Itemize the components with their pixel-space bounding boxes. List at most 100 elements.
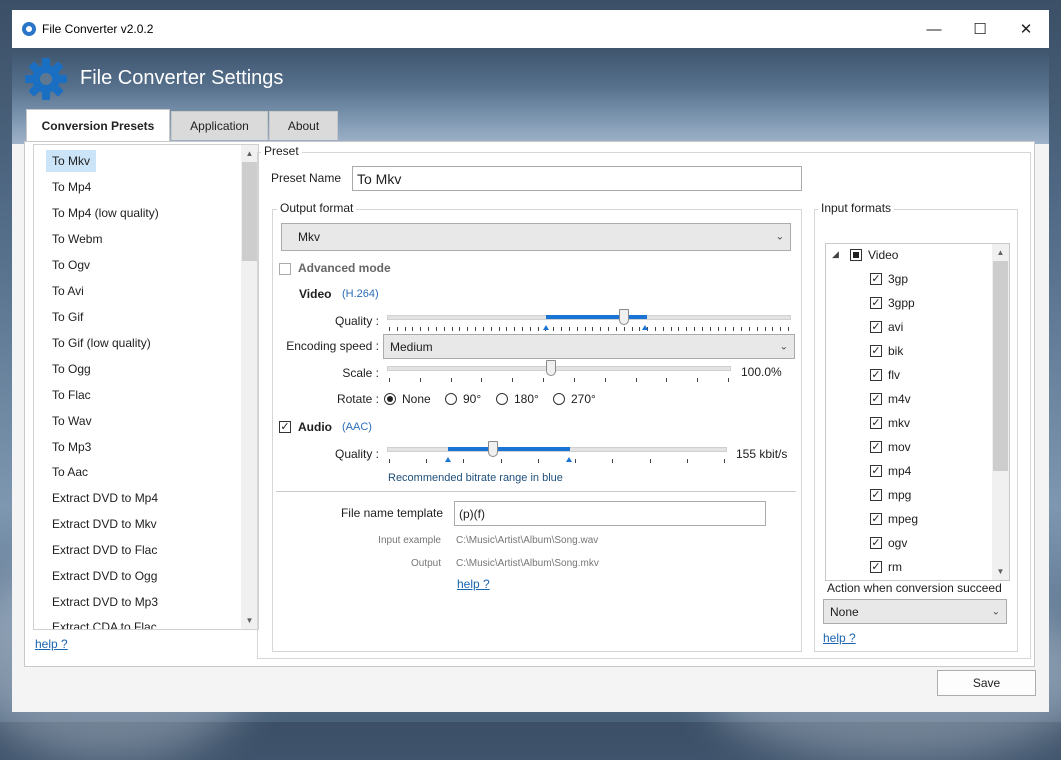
audio-quality-slider[interactable] <box>488 441 498 457</box>
tick-mark <box>543 378 544 382</box>
video-quality-ticks <box>389 327 789 331</box>
audio-checkbox[interactable]: ✓ <box>279 421 291 433</box>
format-checkbox[interactable]: ✓ <box>870 273 882 285</box>
scroll-up-icon[interactable]: ▲ <box>241 145 258 162</box>
tick-mark <box>501 459 502 463</box>
scrollbar-thumb[interactable] <box>242 162 257 261</box>
scroll-down-icon[interactable]: ▼ <box>992 563 1009 580</box>
rotate-90-radio[interactable] <box>445 393 457 405</box>
scrollbar-thumb[interactable] <box>993 261 1008 471</box>
rotate-none-radio[interactable] <box>384 393 396 405</box>
output-format-select[interactable]: Mkv ⌄ <box>281 223 791 251</box>
list-item[interactable]: To Mp4 (low quality) <box>46 202 165 224</box>
format-checkbox[interactable]: ✓ <box>870 465 882 477</box>
format-checkbox[interactable]: ✓ <box>870 345 882 357</box>
video-quality-recommended-range <box>546 315 647 319</box>
scale-slider[interactable] <box>546 360 556 376</box>
close-button[interactable]: ✕ <box>1003 10 1049 48</box>
format-checkbox[interactable]: ✓ <box>870 537 882 549</box>
rotate-label: Rotate : <box>336 392 379 406</box>
encoding-speed-select[interactable]: Medium ⌄ <box>383 334 795 359</box>
format-label: 3gpp <box>888 296 915 310</box>
list-item[interactable]: To Mkv <box>46 150 97 172</box>
format-checkbox[interactable]: ✓ <box>870 393 882 405</box>
preset-list[interactable]: To Mkv To Mp4 To Mp4 (low quality) To We… <box>33 144 259 630</box>
format-checkbox[interactable]: ✓ <box>870 489 882 501</box>
tick-mark <box>780 327 781 331</box>
scroll-up-icon[interactable]: ▲ <box>992 244 1009 261</box>
tick-mark <box>655 327 656 331</box>
output-example-value: C:\Music\Artist\Album\Song.mkv <box>456 558 599 569</box>
tick-mark <box>585 327 586 331</box>
filename-template-label: File name template <box>340 506 443 520</box>
tick-mark <box>600 327 601 331</box>
list-item[interactable]: To Gif <box>46 306 89 328</box>
range-start-marker <box>543 325 549 330</box>
list-item[interactable]: To Avi <box>46 280 90 302</box>
format-checkbox[interactable]: ✓ <box>870 513 882 525</box>
list-item[interactable]: Extract CDA to Flac <box>46 616 163 629</box>
list-item[interactable]: Extract DVD to Mkv <box>46 513 163 535</box>
rotate-none-label: None <box>402 392 431 406</box>
format-checkbox[interactable]: ✓ <box>870 321 882 333</box>
audio-bitrate-value: 155 kbit/s <box>736 447 788 461</box>
tick-mark <box>426 459 427 463</box>
list-item[interactable]: Extract DVD to Ogg <box>46 565 163 587</box>
format-checkbox[interactable]: ✓ <box>870 369 882 381</box>
save-button[interactable]: Save <box>937 670 1036 696</box>
format-label: bik <box>888 344 904 358</box>
video-category-checkbox[interactable] <box>850 249 862 261</box>
audio-label: Audio <box>298 420 332 434</box>
tick-mark <box>436 327 437 331</box>
maximize-button[interactable]: ☐ <box>957 10 1003 48</box>
list-item[interactable]: To Ogv <box>46 254 96 276</box>
list-item[interactable]: To Wav <box>46 410 98 432</box>
tick-mark <box>491 327 492 331</box>
filename-help-link[interactable]: help ? <box>457 577 490 591</box>
formats-scrollbar[interactable]: ▲ ▼ <box>992 244 1009 580</box>
video-quality-slider[interactable] <box>619 309 629 325</box>
preset-name-input[interactable]: To Mkv <box>352 166 802 191</box>
list-item[interactable]: Extract DVD to Mp3 <box>46 591 164 613</box>
video-category-label: Video <box>868 248 899 262</box>
format-checkbox[interactable]: ✓ <box>870 561 882 573</box>
presets-help-link[interactable]: help ? <box>35 637 68 651</box>
tab-about[interactable]: About <box>269 111 338 140</box>
tick-mark <box>451 378 452 382</box>
format-checkbox[interactable]: ✓ <box>870 297 882 309</box>
rotate-180-radio[interactable] <box>496 393 508 405</box>
collapse-triangle-icon[interactable]: ◢ <box>832 249 839 260</box>
format-checkbox[interactable]: ✓ <box>870 417 882 429</box>
tab-application[interactable]: Application <box>171 111 268 140</box>
tick-mark <box>538 459 539 463</box>
range-end-marker <box>642 325 648 330</box>
tick-mark <box>749 327 750 331</box>
format-label: mov <box>888 440 911 454</box>
minimize-button[interactable]: — <box>911 10 957 48</box>
scroll-down-icon[interactable]: ▼ <box>241 612 258 629</box>
list-item[interactable]: To Flac <box>46 384 97 406</box>
format-checkbox[interactable]: ✓ <box>870 441 882 453</box>
list-item[interactable]: To Mp4 <box>46 176 97 198</box>
preset-group-label: Preset <box>261 144 302 158</box>
list-item[interactable]: To Aac <box>46 461 94 483</box>
action-select[interactable]: None ⌄ <box>823 599 1007 624</box>
list-item[interactable]: To Ogg <box>46 358 97 380</box>
rotate-270-radio[interactable] <box>553 393 565 405</box>
input-formats-tree[interactable]: ◢ Video ✓ 3gp ✓ 3gpp ✓ avi ✓ bik ✓ flv ✓… <box>825 243 1010 581</box>
tick-mark <box>389 459 390 463</box>
list-item[interactable]: To Gif (low quality) <box>46 332 157 354</box>
formats-help-link[interactable]: help ? <box>823 631 856 645</box>
list-item[interactable]: Extract DVD to Mp4 <box>46 487 164 509</box>
list-item[interactable]: To Mp3 <box>46 436 97 458</box>
tab-conversion-presets[interactable]: Conversion Presets <box>26 109 170 141</box>
preset-list-scrollbar[interactable]: ▲ ▼ <box>241 145 258 629</box>
tick-mark <box>733 327 734 331</box>
filename-template-input[interactable]: (p)(f) <box>454 501 766 526</box>
list-item[interactable]: Extract DVD to Flac <box>46 539 163 561</box>
list-item[interactable]: To Webm <box>46 228 108 250</box>
tick-mark <box>724 459 725 463</box>
tick-mark <box>481 378 482 382</box>
advanced-mode-checkbox[interactable] <box>279 263 291 275</box>
tick-mark <box>718 327 719 331</box>
